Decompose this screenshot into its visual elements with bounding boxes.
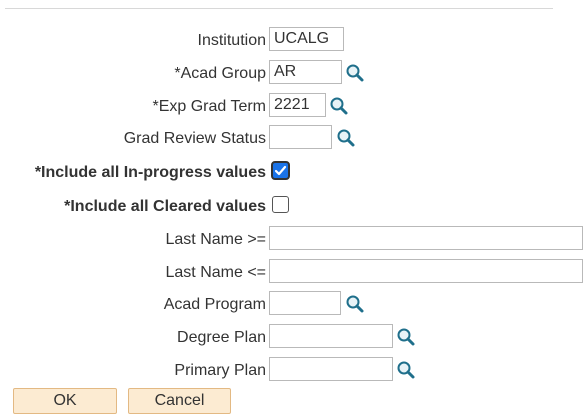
exp-grad-term-lookup-icon[interactable] [329, 96, 349, 116]
primary-plan-label: Primary Plan [174, 362, 266, 379]
last-name-from-field[interactable] [269, 226, 583, 250]
exp-grad-term-field[interactable]: 2221 [269, 93, 326, 117]
exp-grad-term-row: *Exp Grad Term 2221 [0, 93, 583, 119]
include-cleared-row: *Include all Cleared values [0, 193, 583, 219]
institution-label: Institution [197, 32, 266, 49]
degree-plan-label: Degree Plan [177, 329, 266, 346]
grad-review-status-field[interactable] [269, 125, 332, 149]
last-name-from-label: Last Name >= [165, 231, 267, 248]
include-in-progress-checkbox[interactable] [271, 161, 290, 180]
degree-plan-field[interactable] [269, 324, 393, 348]
acad-group-lookup-icon[interactable] [345, 63, 365, 83]
include-cleared-checkbox[interactable] [272, 196, 289, 213]
acad-program-field[interactable] [269, 291, 341, 315]
last-name-to-label: Last Name <= [165, 264, 267, 281]
primary-plan-row: Primary Plan [0, 357, 583, 383]
include-in-progress-label: *Include all In-progress values [34, 164, 266, 181]
institution-row: Institution UCALG [0, 27, 583, 53]
last-name-to-field[interactable] [269, 259, 583, 283]
cancel-button[interactable]: Cancel [128, 388, 231, 414]
acad-group-field[interactable]: AR [269, 60, 342, 84]
grad-review-status-lookup-icon[interactable] [336, 128, 356, 148]
last-name-from-row: Last Name >= [0, 226, 583, 252]
institution-field[interactable]: UCALG [269, 27, 344, 51]
acad-group-label: *Acad Group [174, 65, 266, 82]
exp-grad-term-label: *Exp Grad Term [152, 98, 266, 115]
last-name-to-row: Last Name <= [0, 259, 583, 285]
checkmark-icon [274, 165, 287, 176]
acad-program-label: Acad Program [163, 296, 266, 313]
acad-group-row: *Acad Group AR [0, 60, 583, 86]
grad-review-status-row: Grad Review Status [0, 125, 583, 151]
include-in-progress-row: *Include all In-progress values [0, 159, 583, 185]
acad-program-lookup-icon[interactable] [345, 294, 365, 314]
include-cleared-label: *Include all Cleared values [64, 198, 266, 215]
top-divider [5, 8, 553, 9]
acad-program-row: Acad Program [0, 291, 583, 317]
grad-review-status-label: Grad Review Status [123, 130, 266, 147]
primary-plan-lookup-icon[interactable] [396, 360, 416, 380]
ok-button[interactable]: OK [13, 388, 117, 414]
degree-plan-lookup-icon[interactable] [396, 327, 416, 347]
degree-plan-row: Degree Plan [0, 324, 583, 350]
primary-plan-field[interactable] [269, 357, 393, 381]
